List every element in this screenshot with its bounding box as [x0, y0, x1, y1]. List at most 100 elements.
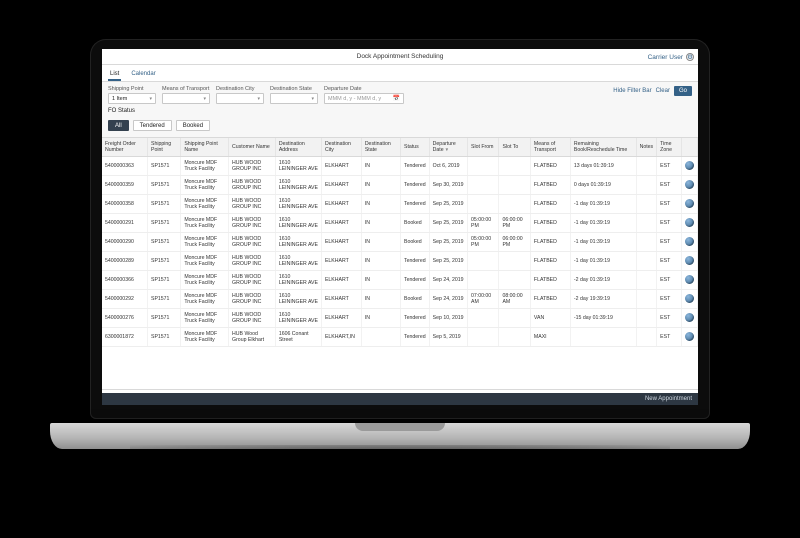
column-header[interactable]: Departure Date▼ [429, 138, 467, 157]
cell-to: 06:00:00 PM [499, 214, 530, 233]
cell-addr: 1610 LEININGER AVE [275, 252, 321, 271]
cell-from: 05:00:00 PM [468, 214, 499, 233]
cell-to: 06:00:00 PM [499, 233, 530, 252]
fo-status-booked[interactable]: Booked [176, 120, 210, 131]
column-header[interactable]: Status [401, 138, 430, 157]
dep-date-input[interactable]: MMM d, y - MMM d, y 📅 [324, 93, 404, 104]
fo-status-tendered[interactable]: Tendered [133, 120, 172, 131]
cell-status: Booked [401, 290, 430, 309]
column-header[interactable]: Shipping Point Name [181, 138, 229, 157]
column-header[interactable]: Freight Order Number [102, 138, 147, 157]
cell-cust: HUB WOOD GROUP INC [229, 290, 276, 309]
chevron-down-icon: ▾ [149, 96, 152, 102]
cell-rem: -2 day 19:39:19 [570, 290, 636, 309]
cell-city: ELKHART [321, 290, 361, 309]
cell-mot: FLATBED [530, 157, 570, 176]
table-row[interactable]: 5400000363SP1571Moncure MDF Truck Facili… [102, 157, 698, 176]
table-row[interactable]: 5400000358SP1571Moncure MDF Truck Facili… [102, 195, 698, 214]
cell-st: IN [361, 252, 400, 271]
schedule-icon[interactable] [685, 218, 694, 227]
table-row[interactable]: 5400000366SP1571Moncure MDF Truck Facili… [102, 271, 698, 290]
go-button[interactable]: Go [674, 86, 692, 96]
cell-from [468, 271, 499, 290]
tab-list[interactable]: List [108, 69, 121, 81]
cell-fo: 5400000290 [102, 233, 147, 252]
cell-dep: Sep 24, 2019 [429, 271, 467, 290]
column-header[interactable]: Destination City [321, 138, 361, 157]
cell-cust: HUB WOOD GROUP INC [229, 309, 276, 328]
cell-mot: FLATBED [530, 233, 570, 252]
cell-dep: Sep 24, 2019 [429, 290, 467, 309]
cell-rem: -2 day 01:39:19 [570, 271, 636, 290]
schedule-icon[interactable] [685, 313, 694, 322]
cell-sp: SP1571 [147, 271, 180, 290]
table-row[interactable]: 5400000291SP1571Moncure MDF Truck Facili… [102, 214, 698, 233]
cell-spn: Moncure MDF Truck Facility [181, 252, 229, 271]
table-row[interactable]: 5400000289SP1571Moncure MDF Truck Facili… [102, 252, 698, 271]
schedule-icon[interactable] [685, 237, 694, 246]
cell-to [499, 309, 530, 328]
column-header[interactable]: Means of Transport [530, 138, 570, 157]
column-header[interactable]: Slot From [468, 138, 499, 157]
cell-tz: EST [657, 290, 682, 309]
schedule-icon[interactable] [685, 275, 694, 284]
schedule-icon[interactable] [685, 294, 694, 303]
cell-mot: VAN [530, 309, 570, 328]
column-header[interactable]: Customer Name [229, 138, 276, 157]
gear-icon[interactable]: ⚙ [686, 53, 694, 61]
cell-mot: MAXI [530, 328, 570, 347]
table-row[interactable]: 5400000292SP1571Moncure MDF Truck Facili… [102, 290, 698, 309]
clear-filters-link[interactable]: Clear [656, 88, 670, 94]
column-header[interactable]: Shipping Point [147, 138, 180, 157]
dest-state-select[interactable]: ▾ [270, 93, 318, 104]
cell-action [681, 271, 697, 290]
cell-cust: HUB WOOD GROUP INC [229, 252, 276, 271]
column-header[interactable]: Time Zone [657, 138, 682, 157]
cell-sp: SP1571 [147, 195, 180, 214]
page-title: Dock Appointment Scheduling [357, 53, 444, 60]
cell-city: ELKHART [321, 176, 361, 195]
column-header[interactable]: Notes [636, 138, 657, 157]
dest-city-select[interactable]: ▾ [216, 93, 264, 104]
cell-st: IN [361, 176, 400, 195]
cell-sp: SP1571 [147, 290, 180, 309]
cell-city: ELKHART [321, 252, 361, 271]
schedule-icon[interactable] [685, 180, 694, 189]
cell-dep: Sep 10, 2019 [429, 309, 467, 328]
cell-sp: SP1571 [147, 157, 180, 176]
column-header[interactable]: Remaining Book/Reschedule Time [570, 138, 636, 157]
cell-fo: 5400000289 [102, 252, 147, 271]
column-header[interactable]: Destination State [361, 138, 400, 157]
means-select[interactable]: ▾ [162, 93, 210, 104]
cell-tz: EST [657, 176, 682, 195]
cell-sp: SP1571 [147, 176, 180, 195]
hide-filter-link[interactable]: Hide Filter Bar [613, 88, 651, 94]
schedule-icon[interactable] [685, 332, 694, 341]
cell-rem: 0 days 01:39:19 [570, 176, 636, 195]
table-row[interactable]: 5400000290SP1571Moncure MDF Truck Facili… [102, 233, 698, 252]
results-table-wrap[interactable]: Freight Order NumberShipping PointShippi… [102, 138, 698, 390]
cell-fo: 6300001872 [102, 328, 147, 347]
table-row[interactable]: 5400000276SP1571Moncure MDF Truck Facili… [102, 309, 698, 328]
chevron-down-icon: ▾ [311, 96, 314, 102]
column-header[interactable] [681, 138, 697, 157]
schedule-icon[interactable] [685, 256, 694, 265]
tab-calendar[interactable]: Calendar [129, 69, 157, 81]
schedule-icon[interactable] [685, 199, 694, 208]
cell-fo: 5400000363 [102, 157, 147, 176]
cell-rem: -1 day 01:39:19 [570, 214, 636, 233]
fo-status-all[interactable]: All [108, 120, 129, 131]
column-header[interactable]: Destination Address [275, 138, 321, 157]
table-row[interactable]: 6300001872SP1571Moncure MDF Truck Facili… [102, 328, 698, 347]
calendar-icon[interactable]: 📅 [393, 95, 400, 102]
cell-mot: FLATBED [530, 290, 570, 309]
column-header[interactable]: Slot To [499, 138, 530, 157]
shipping-point-select[interactable]: 1 Item ▾ [108, 93, 156, 104]
new-appointment-button[interactable]: New Appointment [645, 396, 692, 402]
cell-tz: EST [657, 233, 682, 252]
cell-mot: FLATBED [530, 195, 570, 214]
cell-st: IN [361, 309, 400, 328]
schedule-icon[interactable] [685, 161, 694, 170]
table-row[interactable]: 5400000359SP1571Moncure MDF Truck Facili… [102, 176, 698, 195]
cell-action [681, 290, 697, 309]
